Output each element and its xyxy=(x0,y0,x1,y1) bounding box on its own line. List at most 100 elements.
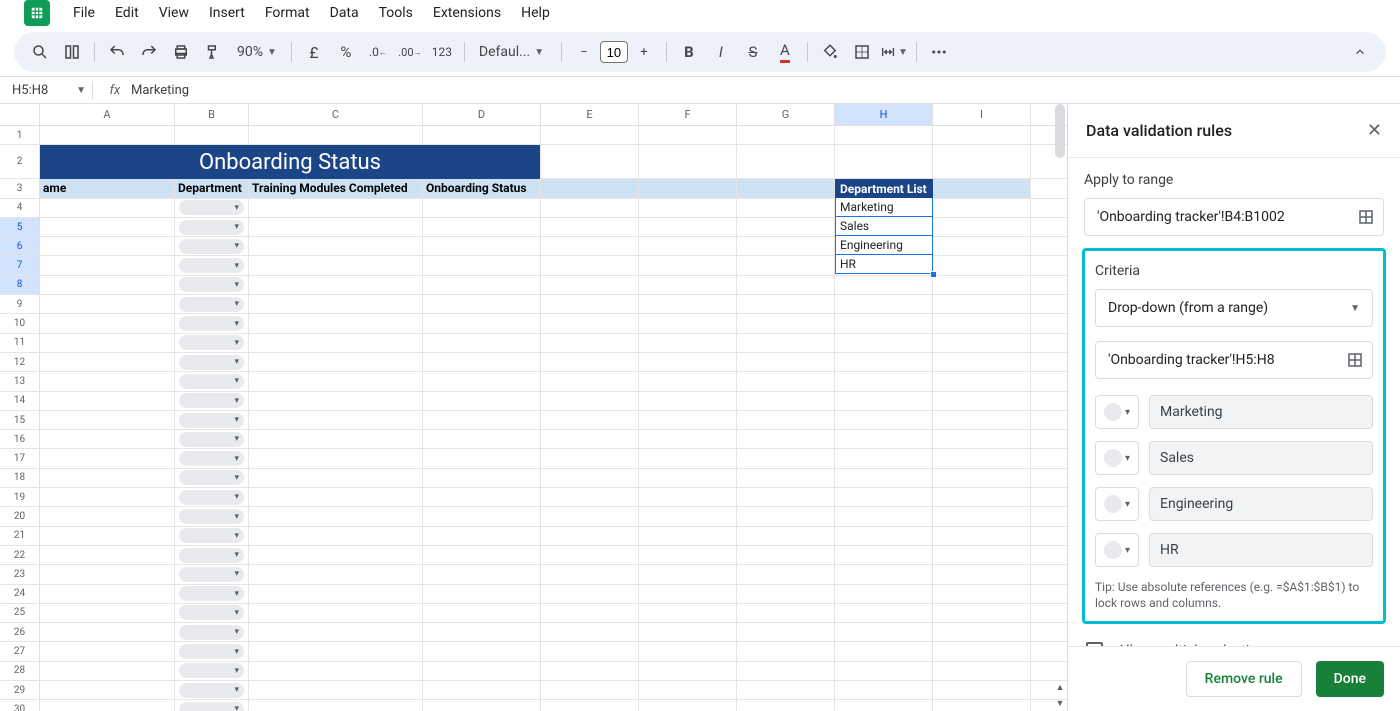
cell[interactable] xyxy=(737,604,835,622)
row-header[interactable]: 2 xyxy=(0,145,40,178)
cell[interactable] xyxy=(737,565,835,583)
cell[interactable] xyxy=(933,237,1031,255)
cell[interactable] xyxy=(249,295,423,313)
cell[interactable] xyxy=(175,642,249,660)
cell[interactable] xyxy=(835,565,933,583)
cell[interactable] xyxy=(423,469,541,487)
cell[interactable] xyxy=(933,334,1031,352)
row-header[interactable]: 13 xyxy=(0,372,40,390)
row-header[interactable]: 6 xyxy=(0,237,40,255)
cell[interactable] xyxy=(423,449,541,467)
cell[interactable] xyxy=(541,507,639,525)
cell[interactable] xyxy=(249,565,423,583)
cell[interactable] xyxy=(639,199,737,217)
cell[interactable] xyxy=(423,314,541,332)
row-header[interactable]: 10 xyxy=(0,314,40,332)
cell[interactable] xyxy=(249,662,423,680)
spreadsheet-grid[interactable]: A B C D E F G H I 12Onboarding Status3am… xyxy=(0,104,1067,711)
cell[interactable] xyxy=(933,585,1031,603)
cell[interactable] xyxy=(737,469,835,487)
dept-list-item[interactable]: Engineering xyxy=(835,236,933,255)
col-header-I[interactable]: I xyxy=(933,104,1031,125)
cell[interactable] xyxy=(249,527,423,545)
cell[interactable] xyxy=(835,623,933,641)
dropdown-chip[interactable] xyxy=(179,297,244,312)
remove-rule-button[interactable]: Remove rule xyxy=(1186,661,1302,697)
option-color-picker[interactable]: ▾ xyxy=(1095,487,1139,521)
row-header[interactable]: 29 xyxy=(0,681,40,699)
row-header[interactable]: 17 xyxy=(0,449,40,467)
cell[interactable] xyxy=(639,565,737,583)
cell[interactable] xyxy=(40,623,175,641)
cell[interactable] xyxy=(249,126,423,144)
cell[interactable] xyxy=(639,179,737,197)
cell[interactable] xyxy=(175,604,249,622)
cell[interactable] xyxy=(541,604,639,622)
cell[interactable] xyxy=(541,334,639,352)
row-header[interactable]: 26 xyxy=(0,623,40,641)
cell[interactable] xyxy=(835,126,933,144)
dropdown-chip[interactable] xyxy=(179,644,244,659)
cell[interactable] xyxy=(541,179,639,197)
cell[interactable] xyxy=(249,700,423,711)
cell[interactable] xyxy=(40,681,175,699)
cell[interactable] xyxy=(541,469,639,487)
cell[interactable] xyxy=(639,546,737,564)
dropdown-chip[interactable] xyxy=(179,586,244,601)
cell[interactable] xyxy=(541,256,639,274)
cell[interactable] xyxy=(249,642,423,660)
cell[interactable] xyxy=(175,256,249,274)
cell[interactable] xyxy=(175,334,249,352)
cell[interactable] xyxy=(249,218,423,236)
cell[interactable] xyxy=(175,623,249,641)
cell[interactable] xyxy=(639,700,737,711)
close-icon[interactable]: ✕ xyxy=(1367,120,1382,141)
cell[interactable] xyxy=(639,295,737,313)
cell[interactable] xyxy=(835,449,933,467)
cell[interactable] xyxy=(933,353,1031,371)
cell[interactable] xyxy=(737,353,835,371)
row-header[interactable]: 19 xyxy=(0,488,40,506)
cell[interactable] xyxy=(639,392,737,410)
cell[interactable] xyxy=(541,372,639,390)
cell[interactable] xyxy=(737,642,835,660)
fill-color-icon[interactable] xyxy=(816,38,844,66)
cell[interactable] xyxy=(40,372,175,390)
cell[interactable] xyxy=(249,199,423,217)
cell[interactable] xyxy=(40,546,175,564)
cell[interactable] xyxy=(639,218,737,236)
dropdown-chip[interactable] xyxy=(179,393,244,408)
row-header[interactable]: 11 xyxy=(0,334,40,352)
cell[interactable] xyxy=(541,218,639,236)
cell[interactable] xyxy=(639,604,737,622)
select-range-icon[interactable] xyxy=(1357,208,1375,226)
cell[interactable] xyxy=(933,199,1031,217)
row-header[interactable]: 3 xyxy=(0,179,40,197)
cell[interactable] xyxy=(737,276,835,294)
dropdown-chip[interactable] xyxy=(179,355,244,370)
cell[interactable] xyxy=(175,565,249,583)
bold-icon[interactable]: B xyxy=(675,38,703,66)
text-color-icon[interactable]: A xyxy=(771,38,799,66)
dropdown-chip[interactable] xyxy=(179,335,244,350)
col-header-C[interactable]: C xyxy=(249,104,423,125)
option-value[interactable]: Marketing xyxy=(1149,395,1373,429)
row-header[interactable]: 15 xyxy=(0,411,40,429)
cell[interactable] xyxy=(639,430,737,448)
cell[interactable] xyxy=(175,507,249,525)
dropdown-chip[interactable] xyxy=(179,470,244,485)
cell[interactable] xyxy=(423,623,541,641)
cell[interactable] xyxy=(249,411,423,429)
cell[interactable] xyxy=(541,585,639,603)
cell[interactable] xyxy=(40,334,175,352)
cell[interactable] xyxy=(249,488,423,506)
cell[interactable] xyxy=(835,314,933,332)
cell[interactable] xyxy=(249,276,423,294)
select-range-icon[interactable] xyxy=(1346,351,1364,369)
cell[interactable] xyxy=(541,411,639,429)
cell[interactable] xyxy=(541,392,639,410)
zoom-dropdown[interactable]: 90%▼ xyxy=(231,44,283,60)
dept-list-header[interactable]: Department List xyxy=(835,179,933,198)
row-header[interactable]: 5 xyxy=(0,218,40,236)
cell[interactable] xyxy=(541,276,639,294)
